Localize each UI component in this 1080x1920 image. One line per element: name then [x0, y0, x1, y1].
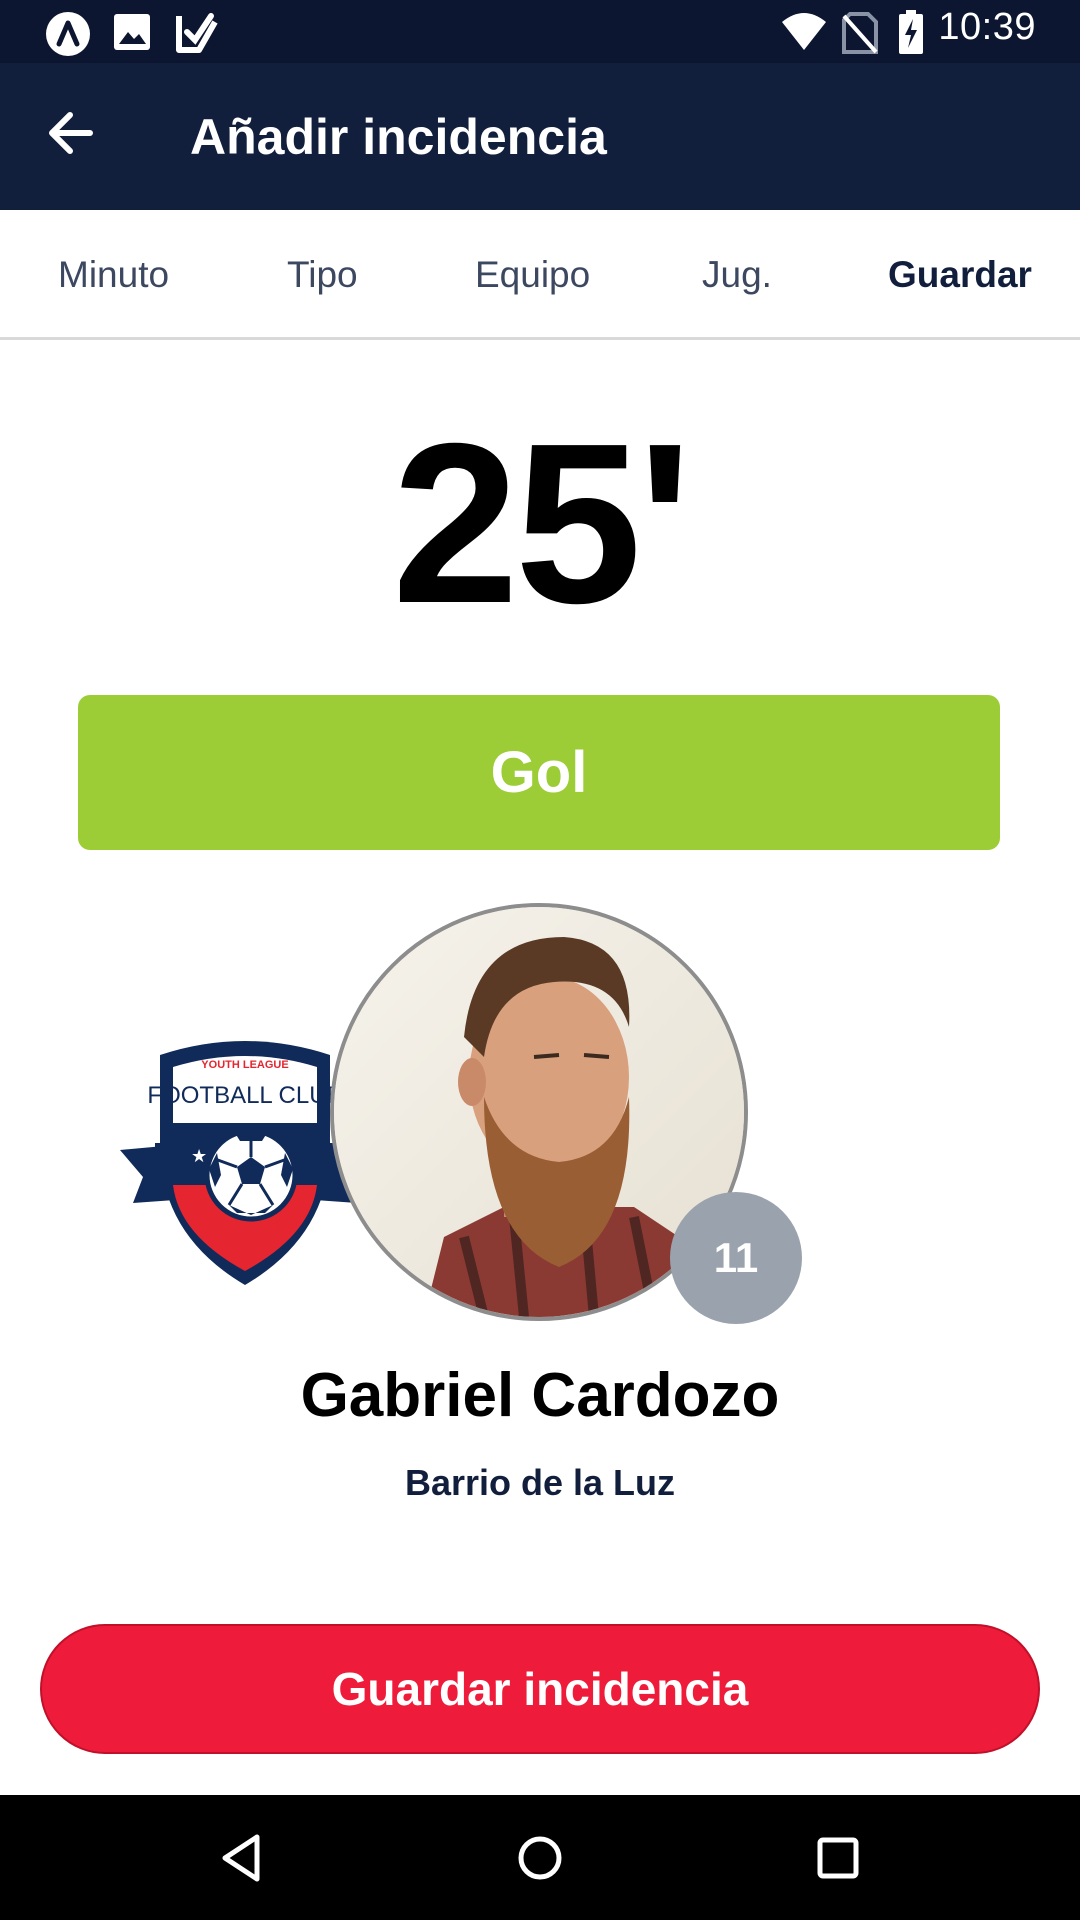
save-incident-label: Guardar incidencia [331, 1663, 749, 1715]
tab-tipo[interactable]: Tipo [287, 254, 358, 296]
incident-type-label: Gol [490, 740, 588, 805]
app-bar: Añadir incidencia [0, 63, 1080, 210]
nav-home-icon[interactable] [507, 1825, 573, 1891]
battery-charging-icon [898, 10, 924, 59]
tab-minuto[interactable]: Minuto [58, 254, 169, 296]
save-incident-button[interactable]: Guardar incidencia [40, 1624, 1040, 1754]
incident-type-button[interactable]: Gol [78, 695, 1000, 850]
nav-recents-icon[interactable] [805, 1825, 871, 1891]
no-sim-icon [842, 12, 878, 59]
team-name: Barrio de la Luz [404, 1462, 676, 1503]
crest-top-text: YOUTH LEAGUE [201, 1059, 288, 1071]
svg-text:★: ★ [191, 1146, 207, 1167]
player-name: Gabriel Cardozo [300, 1361, 780, 1430]
incident-minute: 25' [392, 397, 692, 651]
back-button[interactable] [44, 103, 104, 163]
image-icon [112, 10, 152, 59]
tab-equipo[interactable]: Equipo [475, 254, 590, 296]
tab-guardar[interactable]: Guardar [888, 254, 1032, 296]
status-time: 10:39 [938, 6, 1036, 48]
nav-back-icon[interactable] [209, 1825, 275, 1891]
step-tabs: Minuto Tipo Equipo Jug. Guardar [0, 210, 1080, 340]
crest-main-text: FOOTBALL CLUB [147, 1082, 342, 1109]
system-nav-bar [0, 1795, 1080, 1920]
check-shield-icon [175, 10, 219, 59]
tab-jugador[interactable]: Jug. [702, 254, 772, 296]
player-number-badge: 11 [670, 1192, 802, 1324]
status-bar: 10:39 [0, 0, 1080, 63]
arrow-back-icon [49, 112, 93, 154]
wifi-icon [780, 12, 828, 57]
launcher-icon [44, 10, 92, 63]
page-title: Añadir incidencia [190, 109, 607, 165]
